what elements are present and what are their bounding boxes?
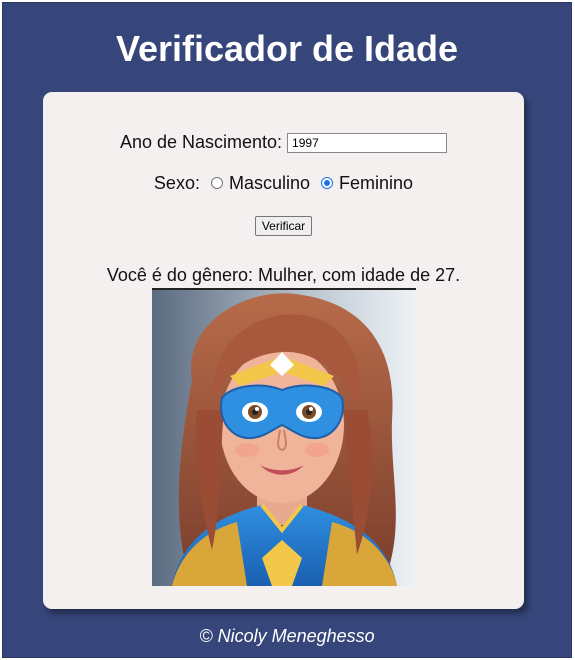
page-title: Verificador de Idade xyxy=(115,28,459,69)
radio-masculino[interactable] xyxy=(210,176,223,189)
birth-year-label: Ano de Nascimento: xyxy=(119,132,283,152)
radio-feminino[interactable] xyxy=(321,176,334,189)
superhero-woman-illustration xyxy=(152,290,416,586)
radio-feminino-label[interactable]: Feminino xyxy=(339,173,413,193)
birth-year-input[interactable] xyxy=(287,133,448,154)
radio-masculino-label[interactable]: Masculino xyxy=(229,173,310,193)
footer-credit: © Nicoly Meneghesso xyxy=(199,626,375,646)
birth-year-row: Ano de Nascimento: xyxy=(43,132,524,154)
sex-label: Sexo: xyxy=(153,173,200,193)
portrait-image xyxy=(152,288,416,586)
sex-row: Sexo: Masculino Feminino xyxy=(43,173,524,194)
verify-row: Verificar xyxy=(43,214,524,236)
result-text: Você é do gênero: Mulher, com idade de 2… xyxy=(106,265,461,285)
page-background: Verificador de Idade Ano de Nascimento: … xyxy=(2,2,572,658)
verify-button[interactable]: Verificar xyxy=(254,216,313,236)
verifier-card: Ano de Nascimento: Sexo: Masculino Femin… xyxy=(43,92,524,609)
